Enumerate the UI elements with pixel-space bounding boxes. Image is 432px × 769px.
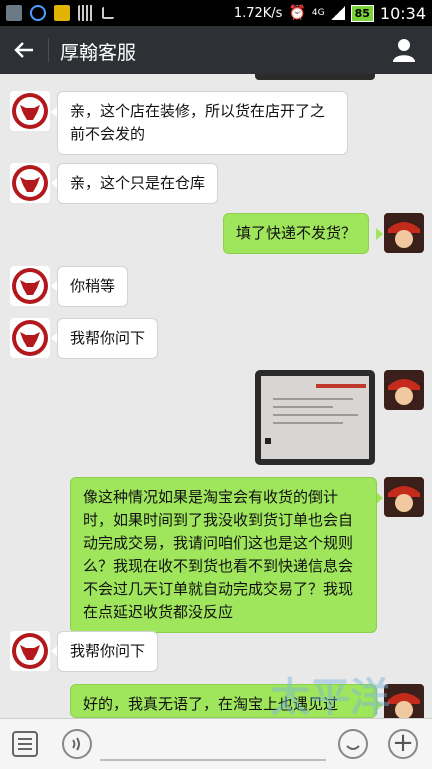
signal-type: 4G	[311, 8, 325, 18]
image-detail	[273, 422, 343, 424]
battery-level: 85	[350, 4, 374, 22]
voice-icon	[72, 737, 80, 751]
bubble-tail	[376, 492, 383, 504]
message-bubble[interactable]: 亲，这个店在装修，所以货在店开了之前不会发的	[57, 91, 348, 155]
status-icons-right: 1.72K/s ⏰ 4G 85 10:34	[234, 3, 426, 23]
back-button[interactable]	[10, 36, 38, 64]
net-speed: 1.72K/s	[233, 5, 283, 21]
image-detail	[273, 414, 358, 416]
app-bar-divider	[48, 38, 49, 62]
cow-avatar-icon[interactable]	[10, 163, 50, 203]
image-detail	[265, 438, 271, 444]
voice-button[interactable]	[62, 729, 92, 759]
message-input[interactable]	[100, 731, 326, 761]
emoji-icon	[346, 745, 360, 750]
barcode-icon	[78, 5, 94, 21]
message-bubble[interactable]: 亲，这个只是在仓库	[57, 163, 219, 204]
user-avatar-icon[interactable]	[384, 477, 424, 517]
alarm-icon: ⏰	[288, 5, 306, 21]
status-icons-left	[6, 4, 114, 22]
message-bubble[interactable]: 我帮你问下	[57, 318, 159, 359]
emoji-button[interactable]	[338, 729, 368, 759]
cow-avatar-icon[interactable]	[10, 266, 50, 306]
bubble-tail	[376, 699, 383, 711]
status-bar: 1.72K/s ⏰ 4G 85 10:34	[0, 0, 432, 26]
plus-icon: +	[392, 728, 414, 758]
usb-icon	[102, 7, 114, 19]
image-content	[261, 376, 369, 459]
plus-button[interactable]: +	[388, 729, 418, 759]
app-bar: 厚翰客服	[0, 26, 432, 74]
cow-avatar-icon[interactable]	[10, 91, 50, 131]
image-icon	[6, 5, 22, 21]
cow-avatar-icon[interactable]	[10, 631, 50, 671]
image-detail	[273, 398, 353, 400]
bubble-tail	[376, 228, 383, 240]
image-detail	[316, 384, 366, 388]
user-avatar-icon[interactable]	[384, 213, 424, 253]
image-message[interactable]	[255, 370, 375, 465]
message-bubble[interactable]: 你稍等	[57, 266, 129, 307]
profile-button[interactable]	[390, 36, 418, 64]
menu-button[interactable]	[12, 731, 38, 757]
message-bubble[interactable]: 好的，我真无语了，在淘宝上也遇见过	[70, 684, 377, 718]
qq-icon	[30, 5, 46, 21]
clock: 10:34	[379, 3, 426, 23]
cow-avatar-icon[interactable]	[10, 318, 50, 358]
user-avatar-icon[interactable]	[384, 370, 424, 410]
partial-image-message[interactable]	[255, 74, 375, 80]
message-bubble[interactable]: 像这种情况如果是淘宝会有收货的倒计时，如果时间到了我没收到货订单也会自动完成交易…	[70, 477, 377, 633]
person-icon	[393, 39, 415, 62]
message-bubble[interactable]: 我帮你问下	[57, 631, 159, 672]
input-bar: +	[0, 718, 432, 769]
arrow-left-icon	[14, 42, 33, 58]
message-bubble[interactable]: 填了快递不发货？	[223, 213, 370, 254]
chat-title: 厚翰客服	[60, 42, 137, 64]
star-icon	[54, 5, 70, 21]
signal-icon	[330, 6, 345, 20]
menu-icon	[12, 731, 38, 757]
image-detail	[273, 406, 333, 408]
